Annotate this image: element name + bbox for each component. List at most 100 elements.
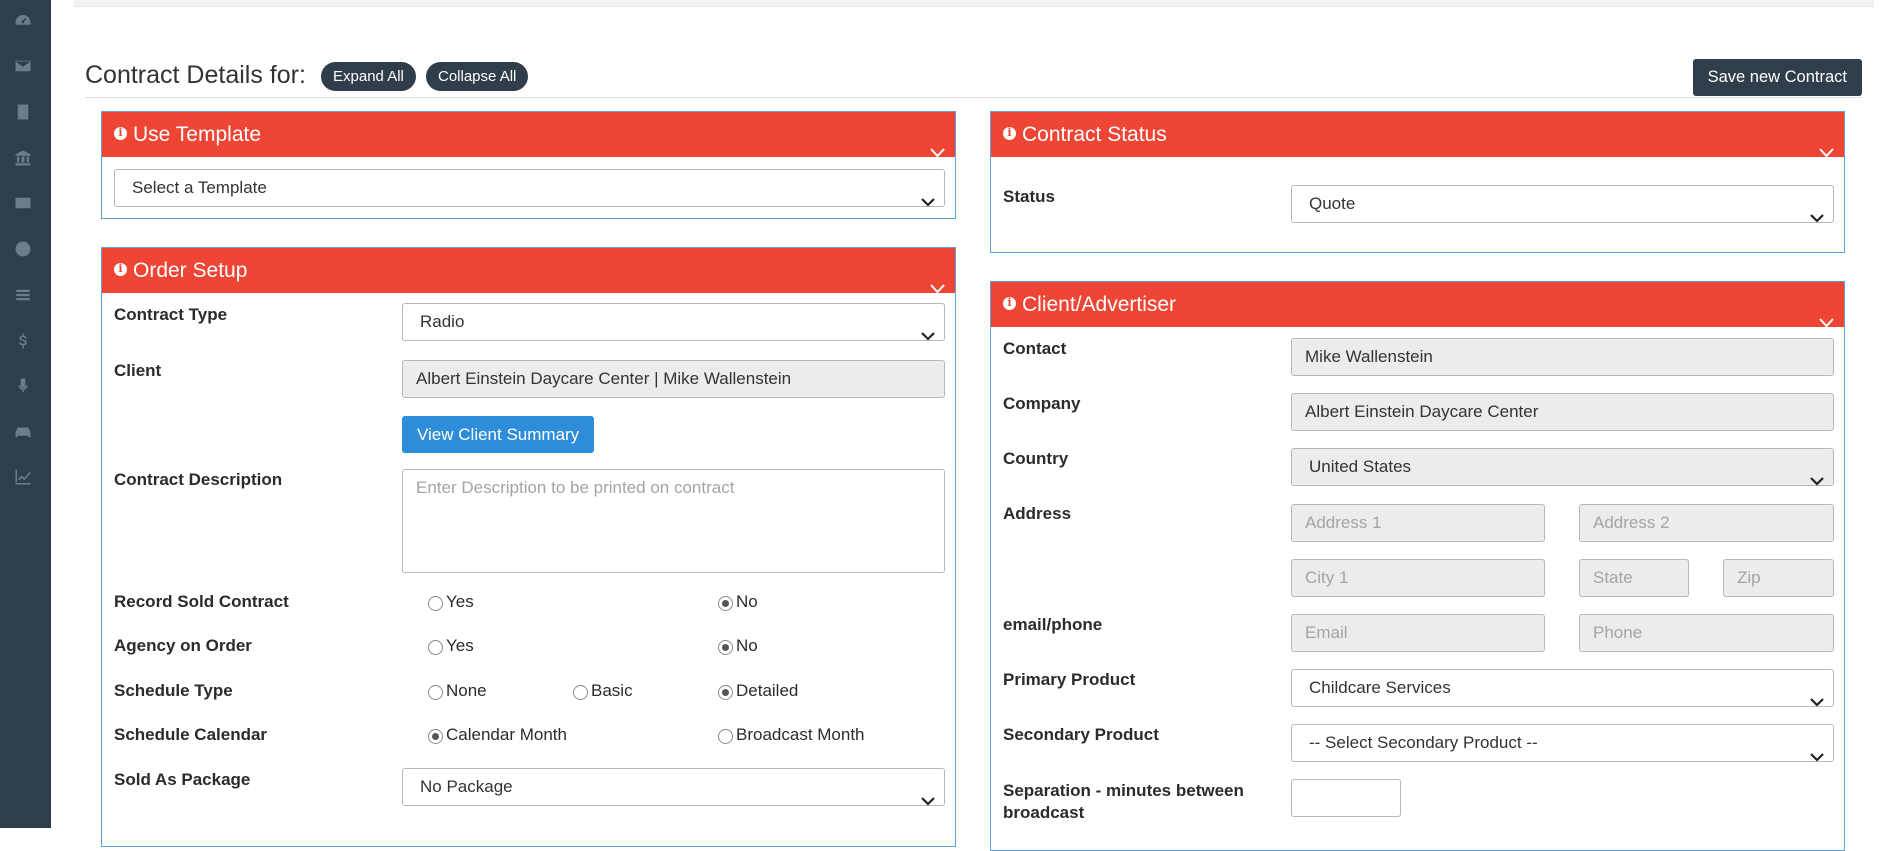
view-client-summary-button[interactable]: View Client Summary [402, 416, 595, 453]
company-field[interactable]: Albert Einstein Daycare Center [1291, 393, 1834, 431]
radio-label: Basic [591, 681, 633, 700]
chevron-down-icon [1810, 463, 1824, 486]
primary-product-value: Childcare Services [1309, 678, 1451, 697]
record-sold-yes-radio[interactable]: Yes [428, 592, 474, 612]
dollar-icon[interactable] [12, 330, 34, 352]
id-card-icon[interactable] [12, 192, 34, 214]
schedule-type-detailed-radio[interactable]: Detailed [718, 681, 798, 701]
address2-placeholder: Address 2 [1593, 513, 1670, 532]
primary-product-select[interactable]: Childcare Services [1291, 669, 1834, 707]
calendar-month-radio[interactable]: Calendar Month [428, 725, 567, 745]
address2-input[interactable]: Address 2 [1579, 504, 1834, 542]
order-setup-panel: Order Setup Contract Type Radio Client A… [101, 247, 956, 847]
envelope-icon[interactable] [12, 55, 34, 77]
sold-as-package-label: Sold As Package [114, 770, 251, 789]
contract-status-header[interactable]: Contract Status [991, 112, 1844, 158]
collapse-all-button[interactable]: Collapse All [426, 62, 529, 91]
client-advertiser-header[interactable]: Client/Advertiser [991, 282, 1844, 328]
status-label: Status [1003, 187, 1055, 206]
contact-field[interactable]: Mike Wallenstein [1291, 338, 1834, 376]
contract-status-panel: Contract Status Status Quote [990, 111, 1845, 253]
agency-yes-radio[interactable]: Yes [428, 636, 474, 656]
chevron-down-icon [921, 184, 935, 207]
record-sold-no-radio[interactable]: No [718, 592, 758, 612]
chevron-down-icon[interactable] [930, 265, 945, 294]
save-contract-button[interactable]: Save new Contract [1692, 59, 1862, 96]
info-icon [114, 262, 127, 276]
country-select[interactable]: United States [1291, 448, 1834, 486]
schedule-type-none-radio[interactable]: None [428, 681, 487, 701]
zip-placeholder: Zip [1737, 568, 1761, 587]
address1-input[interactable]: Address 1 [1291, 504, 1545, 542]
panel-title: Client/Advertiser [1022, 293, 1177, 316]
client-advertiser-panel: Client/Advertiser Contact Mike Wallenste… [990, 281, 1845, 851]
chevron-down-icon[interactable] [1819, 129, 1834, 158]
info-icon [114, 126, 127, 140]
schedule-type-basic-radio[interactable]: Basic [573, 681, 633, 701]
chevron-down-icon [921, 783, 935, 806]
state-placeholder: State [1593, 568, 1633, 587]
city-placeholder: City 1 [1305, 568, 1349, 587]
phone-placeholder: Phone [1593, 623, 1643, 642]
user-circle-icon[interactable] [12, 238, 34, 260]
secondary-product-value: -- Select Secondary Product -- [1309, 733, 1538, 752]
radio-label: Broadcast Month [736, 725, 865, 744]
bank-icon[interactable] [12, 147, 34, 169]
email-placeholder: Email [1305, 623, 1348, 642]
agency-on-order-label: Agency on Order [114, 636, 252, 655]
page-title: Contract Details for: [85, 61, 306, 89]
chevron-down-icon [1810, 200, 1824, 223]
schedule-type-label: Schedule Type [114, 681, 233, 700]
list-icon[interactable] [12, 284, 34, 306]
contract-description-label: Contract Description [114, 470, 283, 489]
chevron-down-icon [921, 318, 935, 341]
primary-product-label: Primary Product [1003, 670, 1136, 689]
record-sold-contract-label: Record Sold Contract [114, 592, 289, 611]
agency-no-radio[interactable]: No [718, 636, 758, 656]
radio-label: Calendar Month [446, 725, 567, 744]
radio-label: Yes [446, 592, 474, 611]
building-icon[interactable] [12, 101, 34, 123]
separation-label-line2: broadcast [1003, 803, 1085, 822]
template-select[interactable]: Select a Template [114, 169, 945, 207]
state-input[interactable]: State [1579, 559, 1689, 597]
chevron-down-icon[interactable] [930, 129, 945, 158]
info-icon [1003, 296, 1016, 310]
zip-input[interactable]: Zip [1723, 559, 1834, 597]
chart-line-icon[interactable] [12, 466, 34, 488]
dashboard-icon[interactable] [12, 10, 34, 32]
chevron-down-icon[interactable] [1819, 299, 1834, 328]
order-setup-header[interactable]: Order Setup [102, 248, 955, 294]
separation-input[interactable] [1291, 779, 1401, 817]
page-header: Contract Details for: Expand All Collaps… [85, 58, 1862, 98]
car-icon[interactable] [12, 421, 34, 443]
phone-input[interactable]: Phone [1579, 614, 1834, 652]
contract-description-textarea[interactable]: Enter Description to be printed on contr… [402, 469, 945, 573]
email-input[interactable]: Email [1291, 614, 1545, 652]
contract-type-select[interactable]: Radio [402, 303, 945, 341]
secondary-product-select[interactable]: -- Select Secondary Product -- [1291, 724, 1834, 762]
separation-label-line1: Separation - minutes between [1003, 781, 1244, 800]
address-label: Address [1003, 504, 1072, 523]
info-icon [1003, 126, 1016, 140]
radio-label: Detailed [736, 681, 799, 700]
radio-label: No [736, 636, 758, 655]
contract-type-value: Radio [420, 312, 465, 331]
expand-all-button[interactable]: Expand All [321, 62, 416, 91]
contact-label: Contact [1003, 339, 1067, 358]
use-template-header[interactable]: Use Template [102, 112, 955, 158]
secondary-product-label: Secondary Product [1003, 725, 1159, 744]
city-input[interactable]: City 1 [1291, 559, 1545, 597]
status-value: Quote [1309, 194, 1356, 213]
sold-as-package-select[interactable]: No Package [402, 768, 945, 806]
country-value: United States [1309, 457, 1412, 476]
status-select[interactable]: Quote [1291, 185, 1834, 223]
client-field[interactable]: Albert Einstein Daycare Center | Mike Wa… [402, 360, 945, 398]
sidebar [0, 0, 51, 828]
panel-title: Order Setup [133, 259, 248, 282]
broadcast-month-radio[interactable]: Broadcast Month [718, 725, 865, 745]
panel-title: Use Template [133, 123, 262, 146]
country-label: Country [1003, 449, 1069, 468]
microphone-icon[interactable] [12, 375, 34, 397]
use-template-panel: Use Template Select a Template [101, 111, 956, 219]
